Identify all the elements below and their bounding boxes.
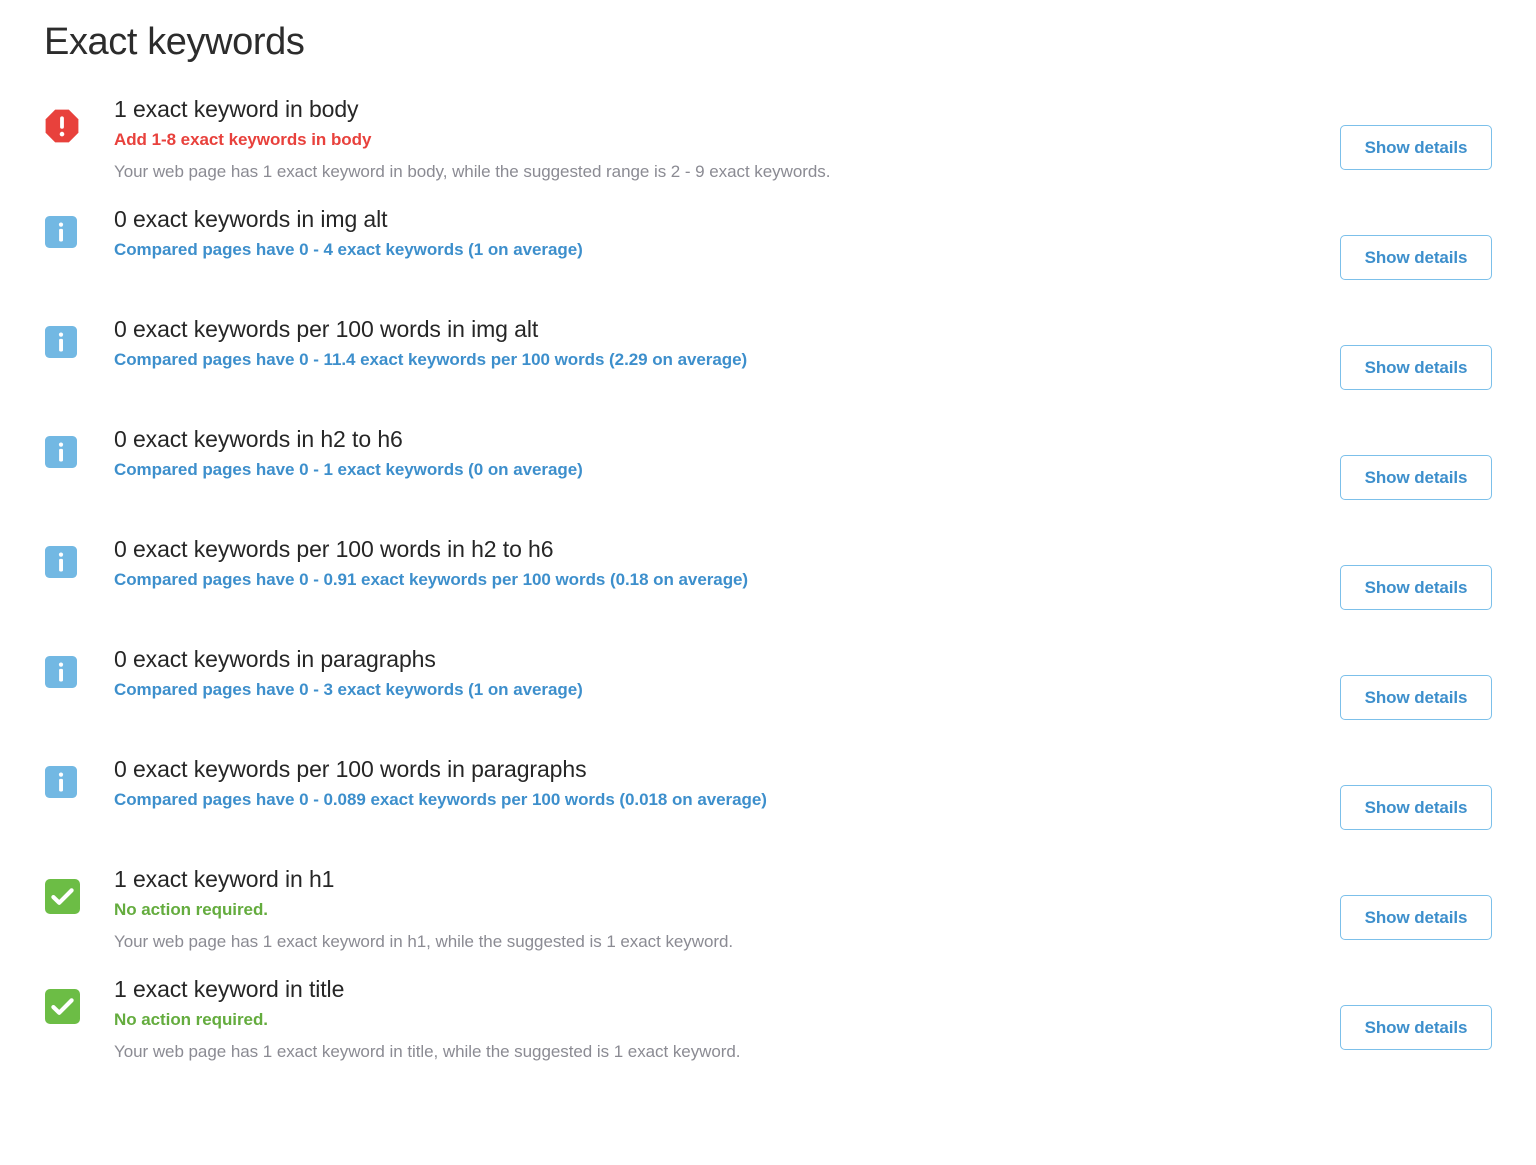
show-details-button[interactable]: Show details — [1340, 1004, 1492, 1050]
check-title: 1 exact keyword in h1 — [114, 866, 335, 892]
check-body: 1 exact keyword in body Add 1-8 exact ke… — [114, 92, 1340, 185]
check-row: 0 exact keywords per 100 words in img al… — [0, 312, 1536, 422]
check-body: 1 exact keyword in title No action requi… — [114, 972, 1340, 1065]
success-check-icon — [45, 879, 80, 914]
check-row: 1 exact keyword in title No action requi… — [0, 972, 1536, 1082]
check-row: 0 exact keywords in img alt Compared pag… — [0, 202, 1536, 312]
details-cell: Show details — [1340, 642, 1492, 752]
checks-list: 1 exact keyword in body Add 1-8 exact ke… — [0, 92, 1536, 1082]
check-row: 0 exact keywords in paragraphs Compared … — [0, 642, 1536, 752]
check-title: 0 exact keywords per 100 words in h2 to … — [114, 536, 554, 562]
check-title: 0 exact keywords in h2 to h6 — [114, 426, 403, 452]
details-cell: Show details — [1340, 312, 1492, 422]
check-status: Compared pages have 0 - 3 exact keywords… — [114, 680, 583, 699]
status-icon — [44, 216, 82, 254]
check-body: 0 exact keywords in img alt Compared pag… — [114, 202, 1340, 263]
details-cell: Show details — [1340, 862, 1492, 972]
check-title: 0 exact keywords per 100 words in paragr… — [114, 756, 587, 782]
details-cell: Show details — [1340, 752, 1492, 862]
page-title: Exact keywords — [44, 21, 305, 63]
status-icon — [44, 989, 82, 1027]
info-square-icon — [45, 546, 77, 578]
check-body: 0 exact keywords in h2 to h6 Compared pa… — [114, 422, 1340, 483]
check-description: Your web page has 1 exact keyword in tit… — [114, 1042, 741, 1061]
status-icon — [44, 326, 82, 364]
details-cell: Show details — [1340, 92, 1492, 202]
show-details-button[interactable]: Show details — [1340, 344, 1492, 390]
show-details-button[interactable]: Show details — [1340, 784, 1492, 830]
status-icon — [44, 436, 82, 474]
check-status: Compared pages have 0 - 0.91 exact keywo… — [114, 570, 749, 589]
status-icon — [44, 766, 82, 804]
check-row: 0 exact keywords in h2 to h6 Compared pa… — [0, 422, 1536, 532]
details-cell: Show details — [1340, 202, 1492, 312]
show-details-button[interactable]: Show details — [1340, 454, 1492, 500]
check-status: Compared pages have 0 - 1 exact keywords… — [114, 460, 583, 479]
details-cell: Show details — [1340, 532, 1492, 642]
check-title: 0 exact keywords per 100 words in img al… — [114, 316, 539, 342]
status-icon — [44, 546, 82, 584]
show-details-button[interactable]: Show details — [1340, 124, 1492, 170]
check-status: Add 1-8 exact keywords in body — [114, 130, 372, 149]
status-icon — [44, 879, 82, 917]
show-details-button[interactable]: Show details — [1340, 234, 1492, 280]
exact-keywords-report: Exact keywords 1 exact keyword in body A… — [0, 0, 1536, 1165]
details-cell: Show details — [1340, 422, 1492, 532]
check-row: 0 exact keywords per 100 words in h2 to … — [0, 532, 1536, 642]
check-body: 1 exact keyword in h1 No action required… — [114, 862, 1340, 955]
info-square-icon — [45, 216, 77, 248]
status-icon — [44, 656, 82, 694]
error-octagon-icon — [45, 109, 79, 143]
success-check-icon — [45, 989, 80, 1024]
check-description: Your web page has 1 exact keyword in bod… — [114, 162, 831, 181]
check-status: Compared pages have 0 - 0.089 exact keyw… — [114, 790, 767, 809]
show-details-button[interactable]: Show details — [1340, 564, 1492, 610]
check-row: 1 exact keyword in h1 No action required… — [0, 862, 1536, 972]
check-body: 0 exact keywords per 100 words in paragr… — [114, 752, 1340, 813]
check-status: No action required. — [114, 900, 268, 919]
info-square-icon — [45, 766, 77, 798]
check-status: Compared pages have 0 - 4 exact keywords… — [114, 240, 583, 259]
check-row: 1 exact keyword in body Add 1-8 exact ke… — [0, 92, 1536, 202]
check-row: 0 exact keywords per 100 words in paragr… — [0, 752, 1536, 862]
check-title: 1 exact keyword in body — [114, 96, 359, 122]
check-body: 0 exact keywords per 100 words in h2 to … — [114, 532, 1340, 593]
details-cell: Show details — [1340, 972, 1492, 1082]
check-body: 0 exact keywords per 100 words in img al… — [114, 312, 1340, 373]
info-square-icon — [45, 436, 77, 468]
check-status: No action required. — [114, 1010, 268, 1029]
show-details-button[interactable]: Show details — [1340, 894, 1492, 940]
show-details-button[interactable]: Show details — [1340, 674, 1492, 720]
status-icon — [44, 109, 82, 147]
check-body: 0 exact keywords in paragraphs Compared … — [114, 642, 1340, 703]
info-square-icon — [45, 326, 77, 358]
check-description: Your web page has 1 exact keyword in h1,… — [114, 932, 734, 951]
check-title: 0 exact keywords in paragraphs — [114, 646, 436, 672]
check-title: 0 exact keywords in img alt — [114, 206, 388, 232]
check-status: Compared pages have 0 - 11.4 exact keywo… — [114, 350, 748, 369]
check-title: 1 exact keyword in title — [114, 976, 345, 1002]
info-square-icon — [45, 656, 77, 688]
